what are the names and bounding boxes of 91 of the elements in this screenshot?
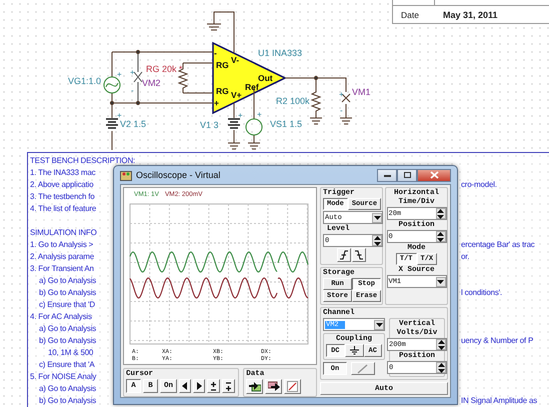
description-line: 5. For NOISE Analy [30, 372, 96, 381]
pencil-button[interactable] [351, 362, 375, 375]
pin-label: Ref [245, 82, 259, 92]
right-triangle-icon [196, 382, 202, 390]
caret-icon [374, 216, 380, 220]
description-line-end: IN Signal Amplitude as [461, 396, 538, 405]
spinner-icon [437, 208, 444, 220]
description-line: 3. For Transient An [30, 264, 94, 273]
component-label: R2 100k [276, 96, 310, 106]
pin-label: - [214, 48, 217, 58]
maximize-icon [402, 171, 412, 179]
resistor-label: RG 20k * [146, 64, 183, 74]
description-line: b) Go to Analysis [39, 336, 96, 345]
description-line-end: or. [461, 252, 470, 261]
rising-edge-icon [340, 250, 348, 260]
window-title: Oscilloscope - Virtual [136, 170, 220, 180]
polarity-sign: + [117, 111, 122, 120]
close-icon [430, 171, 438, 179]
spinner-icon [438, 338, 444, 350]
component-label: U1 INA333 [258, 48, 302, 58]
app-icon [120, 169, 132, 181]
minimize-button[interactable] [377, 168, 397, 182]
polarity-sign: + [257, 110, 262, 119]
section-heading: SIMULATION INFO [30, 228, 97, 237]
polarity-sign: + [117, 70, 122, 79]
polarity-sign: + [130, 68, 135, 77]
arrow-out-of-box-icon [268, 381, 280, 392]
polarity-sign: + [339, 90, 344, 99]
description-line: 1. The INA333 mac [30, 168, 96, 177]
spinner-icon [437, 230, 444, 242]
description-line: 4. For AC Analysis [30, 312, 92, 321]
diagonal-line-icon [287, 381, 298, 392]
section-heading: TEST BENCH DESCRIPTION: [30, 156, 136, 165]
polarity-sign: - [131, 86, 134, 95]
component-label: V1 3 [200, 120, 219, 130]
spinner-icon [374, 234, 380, 246]
description-line: c) Ensure that 'A [39, 360, 94, 369]
description-line-end: l conditions'. [461, 288, 502, 297]
description-line: 2. Analysis parame [30, 252, 94, 261]
spinner-icon [438, 362, 444, 374]
import-data-button[interactable] [246, 379, 264, 394]
rising-edge-button[interactable] [337, 248, 351, 262]
description-line: 3. The testbench fo [30, 192, 95, 201]
caret-icon [437, 280, 444, 284]
description-line: 2. Above applicatio [30, 180, 94, 189]
minimize-icon [382, 172, 392, 178]
polarity-sign: - [340, 106, 343, 115]
pin-label: V+ [231, 90, 242, 100]
export-data-button[interactable] [265, 379, 282, 394]
description-line: 10, 1M & 500 [48, 348, 94, 357]
description-line: a) Go to Analysis [39, 324, 96, 333]
component-label: VG1:1.0 [68, 76, 102, 86]
plus-minus-icon [210, 382, 218, 390]
close-button[interactable] [417, 168, 451, 182]
left-arrow-button[interactable] [179, 379, 192, 393]
chart-line-button[interactable] [284, 379, 302, 394]
falling-edge-button[interactable] [352, 248, 366, 262]
pencil-line-icon [357, 364, 369, 374]
right-arrow-button[interactable] [193, 379, 206, 393]
maximize-button[interactable] [397, 168, 417, 182]
ground-coupling-button[interactable] [344, 344, 364, 357]
minus-plus-button[interactable] [222, 379, 236, 393]
component-label: V2 1.5 [120, 119, 146, 129]
plus-minus-button[interactable] [207, 379, 220, 393]
description-line: a) Go to Analysis [39, 384, 96, 393]
pin-label: RG [216, 86, 229, 96]
description-line: b) Go to Analysis [39, 288, 96, 297]
component-label: VS1 1.5 [270, 119, 302, 129]
meter-label: VM1 [352, 87, 371, 97]
description-line-end: ercentage Bar' as trac [461, 240, 535, 249]
ground-icon [350, 346, 358, 355]
caret-icon [376, 322, 382, 326]
pin-label: RG [216, 60, 229, 70]
date-label: Date [400, 10, 420, 20]
pin-label: + [214, 98, 219, 108]
arrow-into-box-icon [248, 381, 261, 392]
polarity-sign: + [238, 111, 243, 120]
description-line-end: cro-model. [461, 180, 497, 189]
description-line-end: uency & Number of P [461, 336, 534, 345]
minus-plus-icon [225, 382, 232, 390]
description-line: 4. The list of feature [30, 204, 96, 213]
description-line: a) Go to Analysis [39, 276, 96, 285]
date-value: May 31, 2011 [442, 10, 498, 20]
falling-edge-icon [355, 250, 363, 260]
pin-label: Out [258, 73, 273, 83]
description-line: c) Ensure that 'D [39, 300, 95, 309]
description-line: 1. Go to Analysis > [30, 240, 94, 249]
description-line: b) Go to Analysis [39, 396, 96, 405]
meter-label: VM2 [142, 78, 161, 88]
left-triangle-icon [182, 382, 188, 390]
pin-label: V- [231, 55, 240, 65]
